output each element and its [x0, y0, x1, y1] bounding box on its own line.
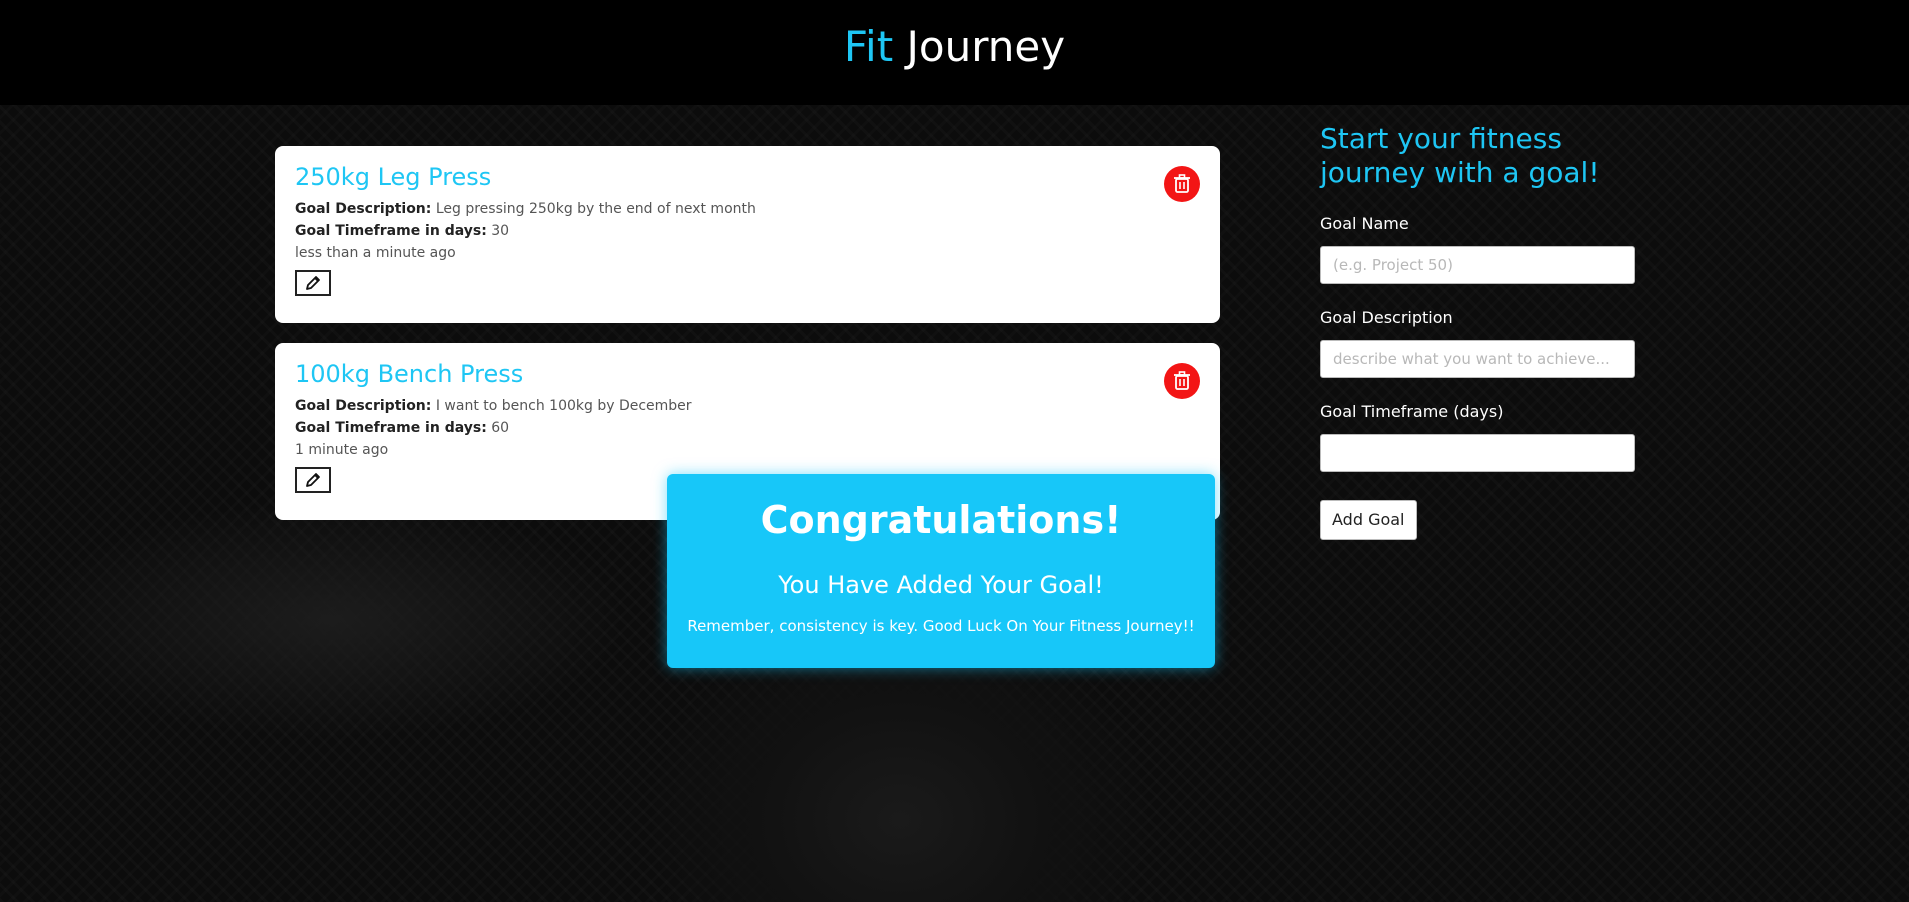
goal-timeframe-value: 60 [491, 420, 510, 436]
goal-timeframe: Goal Timeframe in days: 30 [295, 220, 1200, 242]
add-goal-button[interactable]: Add Goal [1320, 500, 1417, 540]
goal-timeframe-field-label: Goal Timeframe (days) [1320, 402, 1504, 421]
app-title-accent: Fit [843, 22, 894, 71]
goal-timeframe: Goal Timeframe in days: 60 [295, 417, 1200, 439]
goal-created-time: less than a minute ago [295, 245, 456, 261]
delete-goal-button[interactable] [1164, 363, 1200, 399]
goal-title: 100kg Bench Press [295, 360, 524, 388]
form-heading: Start your fitness journey with a goal! [1320, 122, 1600, 189]
goal-description: Goal Description: Leg pressing 250kg by … [295, 198, 1200, 220]
add-goal-form: Start your fitness journey with a goal! … [1320, 122, 1640, 540]
goal-description-field-label: Goal Description [1320, 308, 1453, 327]
trash-icon [1174, 174, 1190, 193]
popup-title: Congratulations! [760, 498, 1122, 542]
goal-timeframe-value: 30 [491, 223, 510, 239]
pencil-icon [306, 276, 320, 290]
goal-description-label: Goal Description: [295, 201, 432, 217]
goal-timeframe-label: Goal Timeframe in days: [295, 223, 487, 239]
goal-description-input[interactable] [1320, 340, 1635, 378]
goal-description-label: Goal Description: [295, 398, 432, 414]
goal-description-value: Leg pressing 250kg by the end of next mo… [435, 201, 756, 217]
app-header: Fit Journey [0, 0, 1909, 105]
edit-goal-button[interactable] [295, 467, 331, 493]
goal-name-label: Goal Name [1320, 214, 1409, 233]
goal-timeframe-label: Goal Timeframe in days: [295, 420, 487, 436]
goal-card: 250kg Leg Press Goal Description: Leg pr… [275, 146, 1220, 323]
edit-goal-button[interactable] [295, 270, 331, 296]
goal-description: Goal Description: I want to bench 100kg … [295, 395, 1200, 417]
trash-icon [1174, 371, 1190, 390]
pencil-icon [306, 473, 320, 487]
goal-timeframe-input[interactable] [1320, 434, 1635, 472]
popup-message: Remember, consistency is key. Good Luck … [687, 617, 1195, 635]
goal-name-input[interactable] [1320, 246, 1635, 284]
goal-description-value: I want to bench 100kg by December [435, 398, 692, 414]
delete-goal-button[interactable] [1164, 166, 1200, 202]
app-title: Fit Journey [844, 22, 1065, 72]
app-title-rest: Journey [893, 22, 1066, 71]
success-popup: Congratulations! You Have Added Your Goa… [667, 474, 1215, 668]
goal-title: 250kg Leg Press [295, 163, 492, 191]
goal-created-time: 1 minute ago [295, 442, 389, 458]
popup-subtitle: You Have Added Your Goal! [778, 571, 1104, 599]
